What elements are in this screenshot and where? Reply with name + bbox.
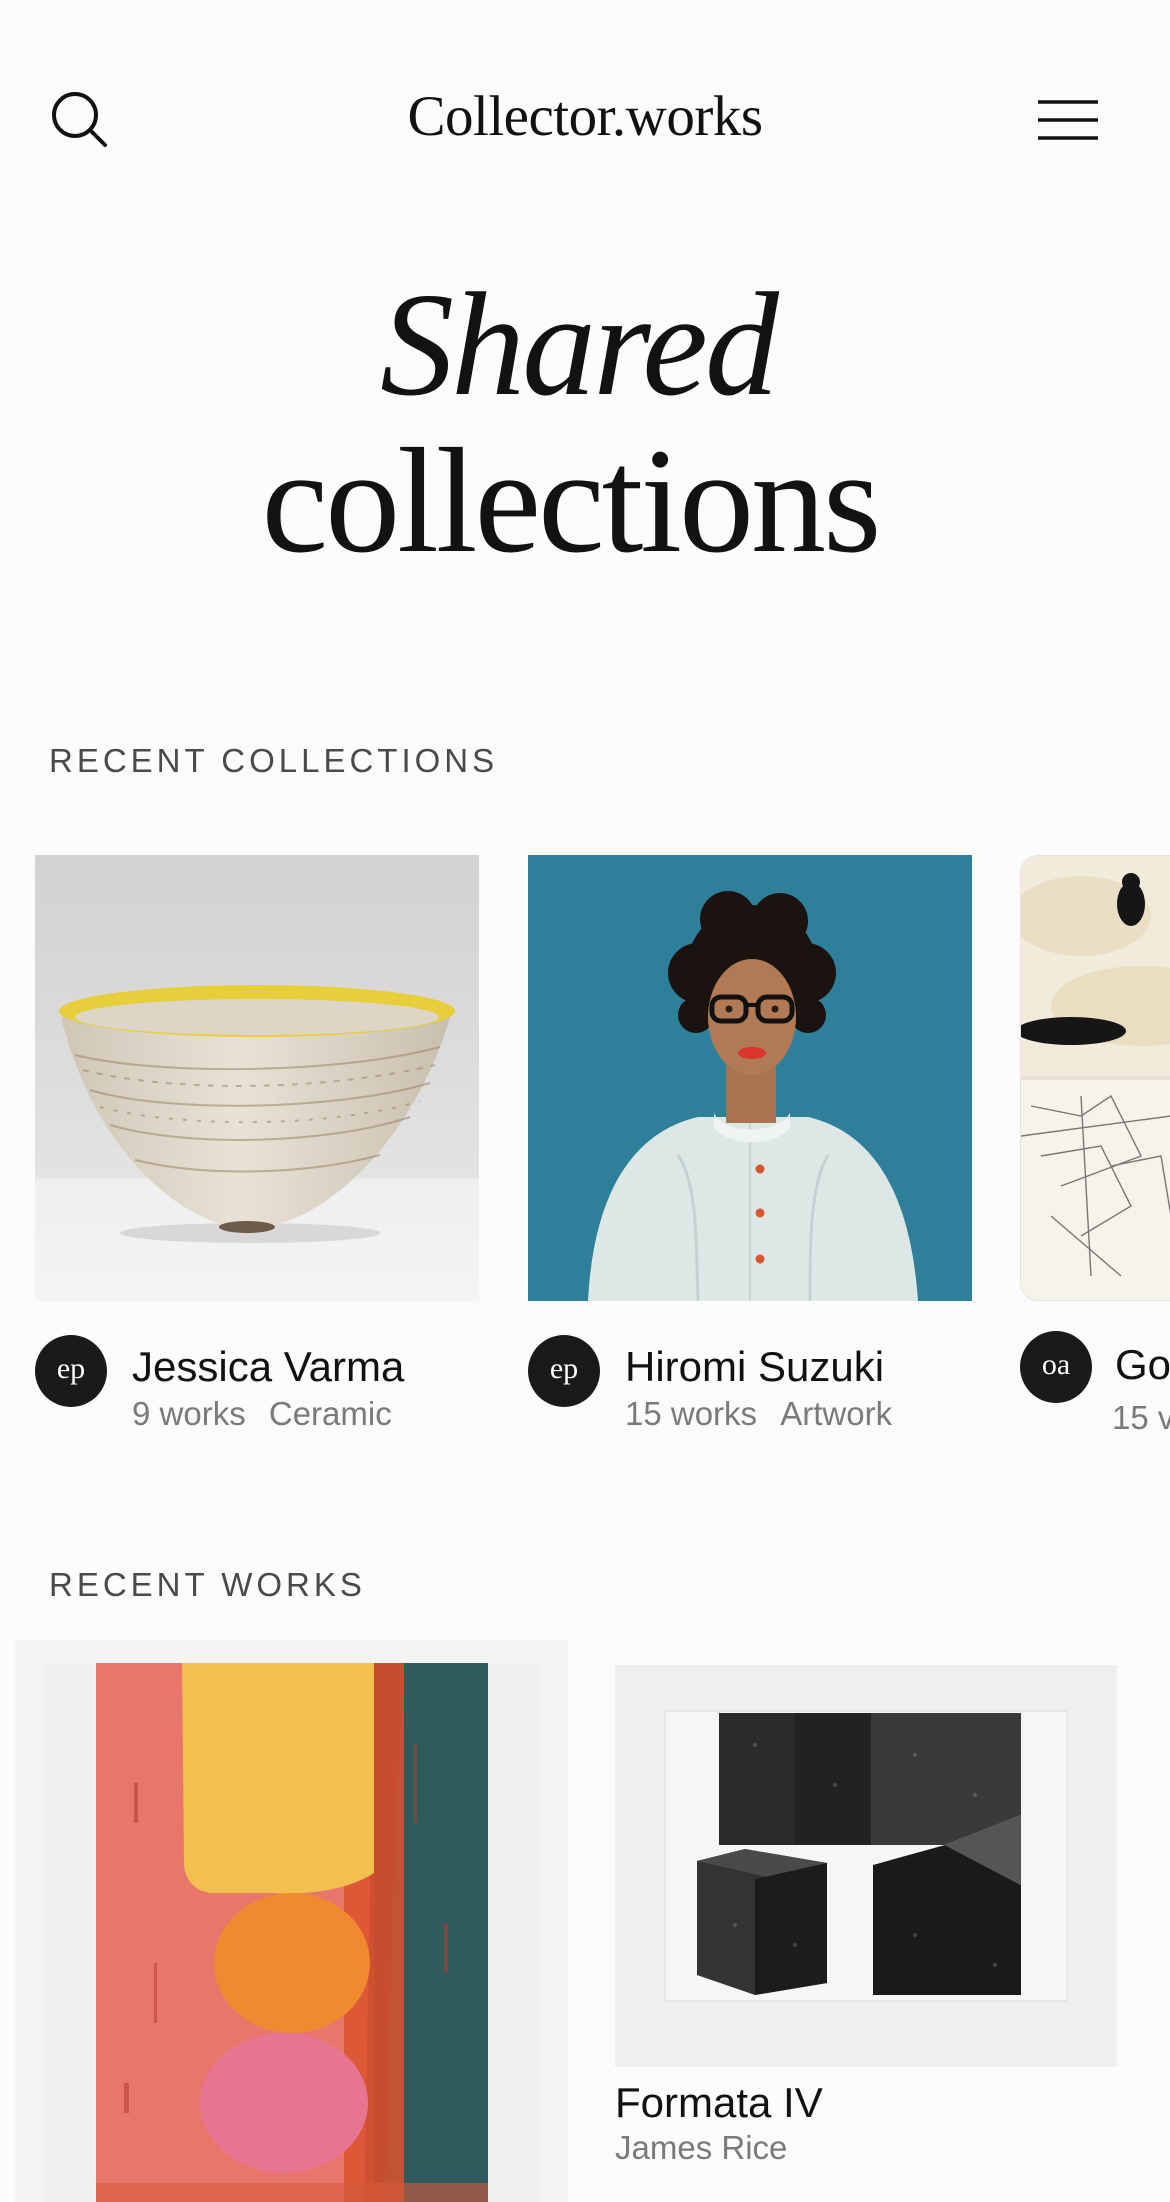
page-title-line-2: collections xyxy=(261,418,882,584)
collection-owner[interactable]: ep Jessica Varma 9 works Ceramic xyxy=(35,1335,479,1445)
collection-work-count: 15 works xyxy=(625,1395,758,1432)
collection-meta: 15 works Artwork xyxy=(625,1395,892,1433)
section-label-recent-works: RECENT WORKS xyxy=(49,1566,366,1603)
collection-owner-name[interactable]: Hiromi Suzuki xyxy=(625,1343,884,1391)
work-card[interactable]: Formata IV James Rice xyxy=(615,1665,1117,2167)
collection-category: Ceramic xyxy=(268,1395,392,1432)
page: Collector.works Shared collections RECEN… xyxy=(0,0,1170,2202)
collections-carousel[interactable]: ep Jessica Varma 9 works Ceramic ep Hiro… xyxy=(0,855,1170,1455)
collection-card[interactable]: ep Hiromi Suzuki 15 works Artwork xyxy=(528,855,972,1445)
collection-card[interactable]: oa Go 15 v xyxy=(1020,855,1170,1441)
avatar[interactable]: ep xyxy=(528,1335,600,1407)
page-title-line-1: Shared xyxy=(380,263,779,427)
collection-owner[interactable]: ep Hiromi Suzuki 15 works Artwork xyxy=(528,1335,972,1445)
collection-thumbnail-ceramic-bowl[interactable] xyxy=(35,855,479,1301)
collection-category: Artwork xyxy=(780,1395,893,1432)
work-thumbnail-abstract-print[interactable] xyxy=(44,1663,540,2202)
work-title[interactable]: Formata IV xyxy=(615,2079,1117,2127)
collection-meta: 15 v xyxy=(1112,1399,1170,1437)
avatar[interactable]: ep xyxy=(35,1335,107,1407)
collection-owner-name[interactable]: Jessica Varma xyxy=(132,1343,404,1391)
menu-button[interactable] xyxy=(1028,80,1108,160)
page-title: Shared collections xyxy=(0,270,1170,576)
collection-card[interactable]: ep Jessica Varma 9 works Ceramic xyxy=(35,855,479,1445)
hamburger-menu-icon xyxy=(1038,100,1098,140)
collection-meta: 9 works Ceramic xyxy=(132,1395,392,1433)
work-card[interactable] xyxy=(15,1640,568,2202)
collection-thumbnail-ink-drawings[interactable] xyxy=(1020,855,1170,1301)
brand-logo[interactable]: Collector.works xyxy=(0,84,1170,149)
collection-owner-name[interactable]: Go xyxy=(1115,1341,1170,1389)
collection-thumbnail-portrait[interactable] xyxy=(528,855,972,1301)
collection-owner[interactable]: oa Go 15 v xyxy=(1020,1331,1170,1441)
avatar[interactable]: oa xyxy=(1020,1331,1092,1403)
work-artist[interactable]: James Rice xyxy=(615,2129,1117,2167)
collection-work-count: 15 v xyxy=(1112,1399,1170,1436)
recent-works-grid: Formata IV James Rice xyxy=(0,1640,1170,2202)
top-bar: Collector.works xyxy=(0,0,1170,240)
work-thumbnail-formata-iv[interactable] xyxy=(615,1665,1117,2067)
section-label-recent-collections: RECENT COLLECTIONS xyxy=(49,742,499,779)
collection-work-count: 9 works xyxy=(132,1395,246,1432)
